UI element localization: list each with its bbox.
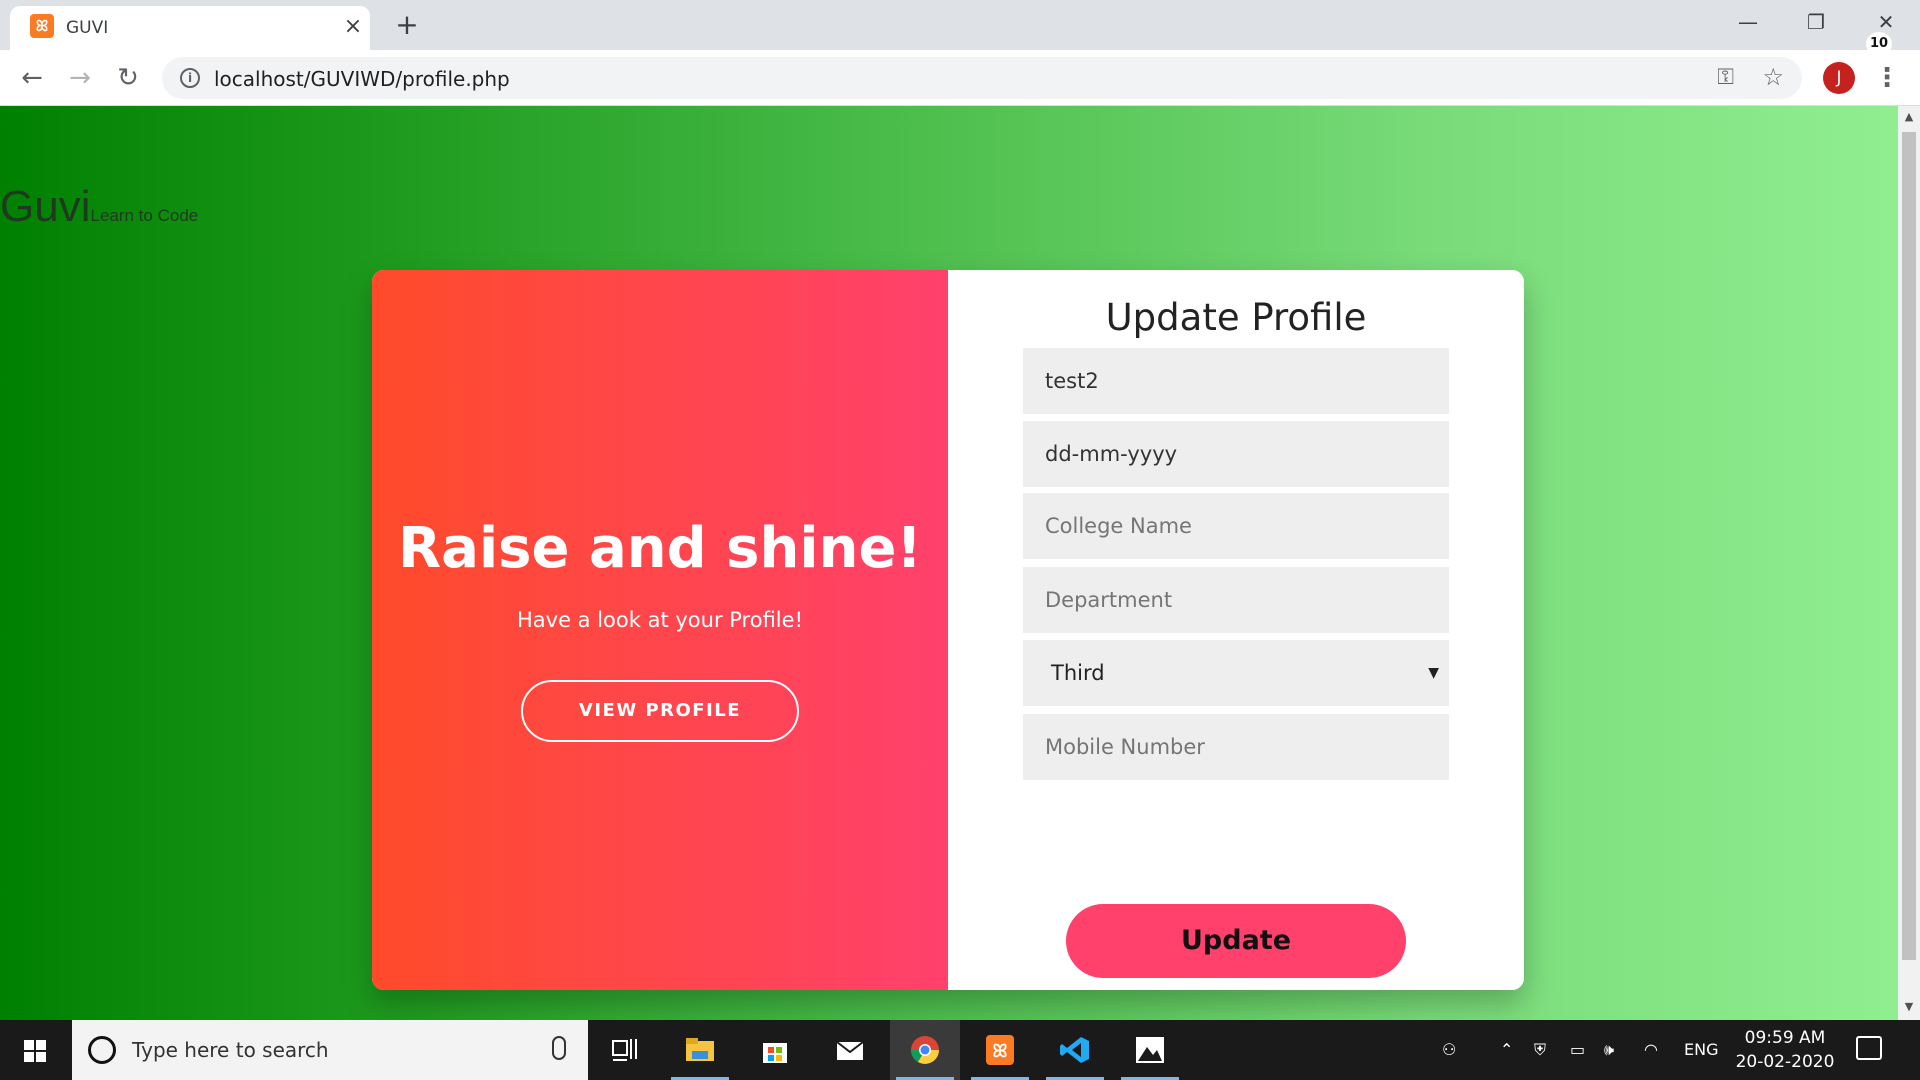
chrome-icon[interactable] — [890, 1020, 960, 1080]
xampp-icon[interactable]: ꕤ — [965, 1020, 1035, 1080]
clock-time: 09:59 AM — [1744, 1028, 1826, 1048]
search-placeholder: Type here to search — [132, 1038, 329, 1062]
browser-tab[interactable]: ꕤ GUVI × — [10, 6, 370, 50]
brand-tagline: Learn to Code — [90, 206, 199, 225]
clock[interactable]: 09:59 AM 20-02-2020 — [1730, 1026, 1840, 1074]
cortana-icon — [88, 1036, 116, 1064]
svg-text:ꕤ: ꕤ — [993, 1041, 1008, 1062]
dropdown-arrow-icon: ▼ — [1428, 665, 1439, 681]
show-hidden-icons-chevron-icon[interactable]: ⌃ — [1500, 1020, 1513, 1080]
volume-icon[interactable]: 🕪 — [1604, 1020, 1614, 1080]
file-explorer-icon[interactable] — [665, 1020, 735, 1080]
photos-icon[interactable] — [1115, 1020, 1185, 1080]
bookmark-star-icon[interactable]: ☆ — [1762, 63, 1784, 91]
profile-avatar[interactable]: J — [1823, 62, 1855, 94]
task-view-icon[interactable] — [590, 1020, 660, 1080]
info-icon[interactable]: i — [180, 68, 200, 88]
update-button[interactable]: Update — [1066, 904, 1406, 978]
brand-logo: GuviLearn to Code — [0, 182, 198, 232]
action-center-icon[interactable] — [1856, 1036, 1882, 1060]
wifi-icon[interactable]: ◠ — [1644, 1020, 1658, 1080]
new-tab-button[interactable]: + — [390, 8, 424, 42]
forward-arrow-icon[interactable]: → — [62, 60, 98, 96]
more-menu-icon[interactable]: ⋮ — [1874, 60, 1900, 96]
scroll-up-arrow-icon[interactable]: ▲ — [1898, 110, 1920, 126]
notification-badge: 10 — [1866, 32, 1892, 56]
overlay-subtext: Have a look at your Profile! — [517, 608, 803, 632]
url-text[interactable]: localhost/GUVIWD/profile.php — [214, 67, 510, 91]
store-icon[interactable] — [740, 1020, 810, 1080]
windows-logo-icon — [24, 1040, 46, 1062]
scroll-thumb[interactable] — [1902, 132, 1916, 960]
tab-close-icon[interactable]: × — [340, 14, 366, 40]
tab-title: GUVI — [66, 18, 109, 38]
security-alert-icon[interactable]: ⛨ — [1534, 1020, 1546, 1080]
year-selected-value: Third — [1051, 661, 1105, 685]
people-icon[interactable]: ⚇ — [1442, 1020, 1456, 1080]
brand-name: Guvi — [0, 182, 91, 231]
address-bar[interactable]: i localhost/GUVIWD/profile.php ⚿ ☆ — [162, 57, 1802, 99]
college-name-field[interactable]: College Name — [1023, 493, 1449, 559]
back-arrow-icon[interactable]: ← — [14, 60, 50, 96]
page-viewport: GuviLearn to Code Raise and shine! Have … — [0, 106, 1898, 1020]
year-select[interactable]: Third ▼ — [1023, 640, 1449, 706]
browser-toolbar: ← → ↻ i localhost/GUVIWD/profile.php ⚿ ☆… — [0, 50, 1920, 106]
language-indicator[interactable]: ENG — [1684, 1020, 1718, 1080]
overlay-panel: Raise and shine! Have a look at your Pro… — [372, 270, 948, 990]
overlay-heading: Raise and shine! — [398, 516, 922, 581]
scroll-down-arrow-icon[interactable]: ▼ — [1898, 1000, 1920, 1016]
view-profile-button[interactable]: VIEW PROFILE — [521, 680, 799, 742]
microphone-icon[interactable] — [552, 1036, 566, 1060]
reload-icon[interactable]: ↻ — [110, 60, 146, 96]
mail-icon[interactable] — [815, 1020, 885, 1080]
taskbar-search[interactable]: Type here to search — [72, 1020, 588, 1080]
restore-button[interactable]: ❐ — [1782, 0, 1850, 44]
form-title: Update Profile — [1105, 296, 1367, 339]
update-profile-form: Update Profile test2 dd-mm-yyyy College … — [948, 270, 1524, 990]
key-icon[interactable]: ⚿ — [1717, 65, 1734, 90]
minimize-button[interactable]: — — [1714, 0, 1782, 44]
vscode-icon[interactable] — [1040, 1020, 1110, 1080]
dob-field[interactable]: dd-mm-yyyy — [1023, 421, 1449, 487]
department-field[interactable]: Department — [1023, 567, 1449, 633]
xampp-favicon-icon: ꕤ — [30, 14, 54, 38]
clock-date: 20-02-2020 — [1735, 1052, 1835, 1072]
start-button[interactable] — [0, 1020, 70, 1080]
profile-card: Raise and shine! Have a look at your Pro… — [372, 270, 1524, 990]
windows-taskbar: Type here to search ꕤ ⚇ ⌃ ⛨ ▭ 🕪 ◠ ENG 09… — [0, 1020, 1920, 1080]
username-field[interactable]: test2 — [1023, 348, 1449, 414]
page-scrollbar[interactable]: ▲ ▼ — [1898, 106, 1920, 1020]
mobile-number-field[interactable]: Mobile Number — [1023, 714, 1449, 780]
battery-icon[interactable]: ▭ — [1570, 1020, 1585, 1080]
tab-strip: ꕤ GUVI × + — ❐ ✕ — [0, 0, 1920, 50]
